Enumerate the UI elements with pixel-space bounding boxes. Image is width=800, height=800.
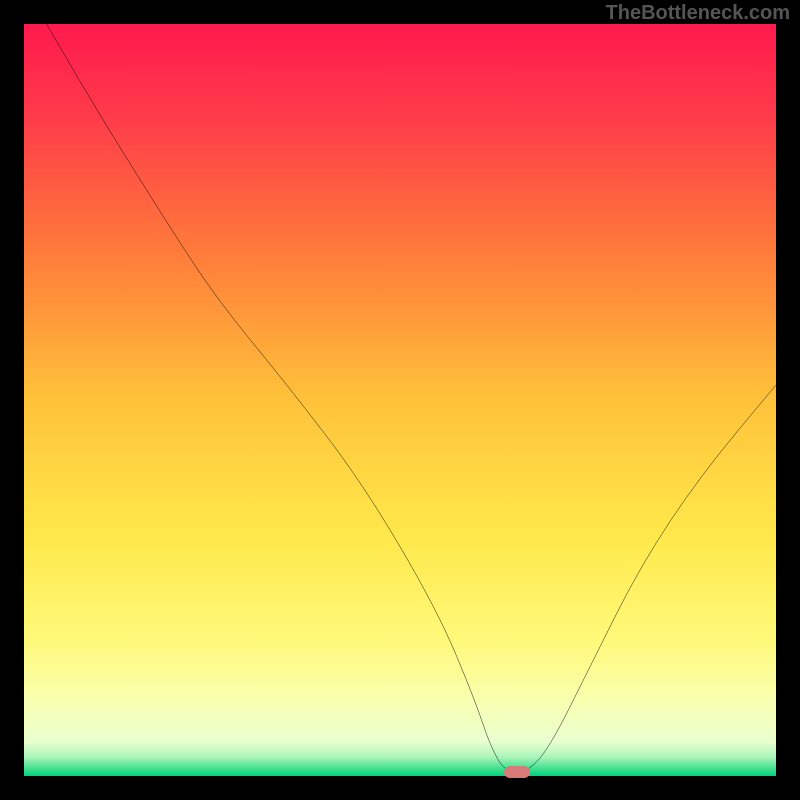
optimal-marker bbox=[504, 766, 530, 778]
plot-area bbox=[24, 24, 776, 776]
background-gradient bbox=[24, 24, 776, 776]
watermark-text: TheBottleneck.com bbox=[606, 2, 790, 25]
